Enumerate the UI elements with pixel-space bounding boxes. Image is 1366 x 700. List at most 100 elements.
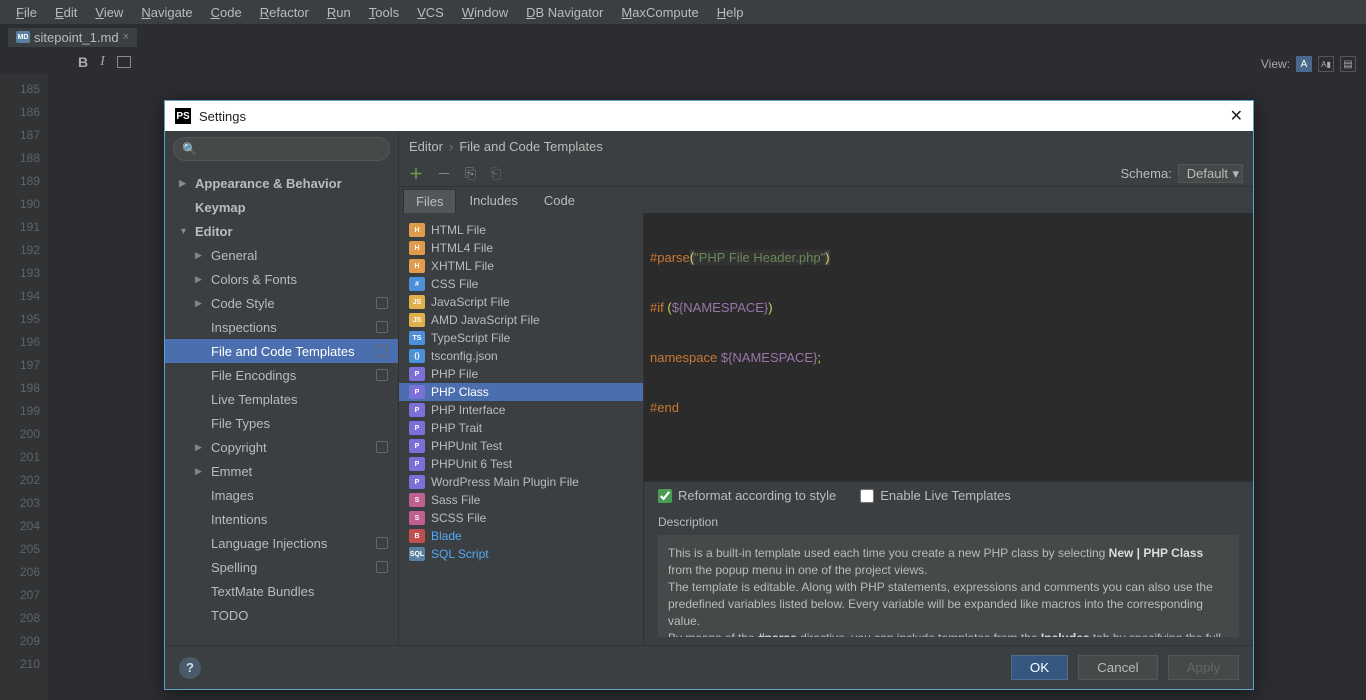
template-sass-file[interactable]: SSass File (399, 491, 643, 509)
table-icon[interactable] (117, 56, 131, 68)
template-css-file[interactable]: #CSS File (399, 275, 643, 293)
ok-button[interactable]: OK (1011, 655, 1068, 680)
tree-code-style[interactable]: ▶Code Style (165, 291, 398, 315)
breadcrumb-0: Editor (409, 139, 443, 154)
tree-keymap[interactable]: Keymap (165, 195, 398, 219)
template-phpunit-6-test[interactable]: PPHPUnit 6 Test (399, 455, 643, 473)
subtab-files[interactable]: Files (403, 189, 456, 213)
app-icon: PS (175, 108, 191, 124)
markdown-icon: MD (16, 31, 30, 43)
tree-language-injections[interactable]: Language Injections (165, 531, 398, 555)
menu-file[interactable]: File (8, 3, 45, 22)
copy-template-button[interactable]: ⎘ (465, 165, 476, 182)
tree-appearance-behavior[interactable]: ▶Appearance & Behavior (165, 171, 398, 195)
italic-button[interactable]: I (100, 54, 105, 70)
dialog-title-text: Settings (199, 109, 246, 124)
reformat-checkbox[interactable]: Reformat according to style (658, 488, 836, 503)
tree-file-and-code-templates[interactable]: File and Code Templates (165, 339, 398, 363)
editor-format-toolbar: B I (0, 50, 1366, 74)
cancel-button[interactable]: Cancel (1078, 655, 1158, 680)
template-toolbar: ＋ － ⎘ ⎗ Schema: Default (399, 161, 1253, 187)
settings-search-input[interactable] (201, 142, 381, 156)
menu-window[interactable]: Window (454, 3, 516, 22)
tree-textmate-bundles[interactable]: TextMate Bundles (165, 579, 398, 603)
tree-editor[interactable]: ▼Editor (165, 219, 398, 243)
tree-intentions[interactable]: Intentions (165, 507, 398, 531)
tree-images[interactable]: Images (165, 483, 398, 507)
tree-spelling[interactable]: Spelling (165, 555, 398, 579)
template-wordpress-main-plugin-file[interactable]: PWordPress Main Plugin File (399, 473, 643, 491)
editor-tab[interactable]: MD sitepoint_1.md × (8, 28, 137, 47)
tree-colors-fonts[interactable]: ▶Colors & Fonts (165, 267, 398, 291)
menu-vcs[interactable]: VCS (409, 3, 452, 22)
breadcrumb-1: File and Code Templates (459, 139, 603, 154)
subtab-includes[interactable]: Includes (456, 188, 530, 213)
template-html4-file[interactable]: HHTML4 File (399, 239, 643, 257)
apply-button[interactable]: Apply (1168, 655, 1239, 680)
remove-template-button[interactable]: － (437, 164, 451, 184)
schema-dropdown[interactable]: Default (1178, 164, 1243, 183)
subtab-code[interactable]: Code (531, 188, 588, 213)
tree-file-encodings[interactable]: File Encodings (165, 363, 398, 387)
menu-help[interactable]: Help (709, 3, 752, 22)
view-label: View: (1261, 57, 1290, 71)
tree-live-templates[interactable]: Live Templates (165, 387, 398, 411)
tree-inspections[interactable]: Inspections (165, 315, 398, 339)
close-icon[interactable]: × (123, 31, 129, 43)
menu-code[interactable]: Code (203, 3, 250, 22)
schema-selector: Schema: Default (1120, 164, 1243, 183)
search-icon: 🔍 (182, 142, 197, 156)
template-tsconfig-json[interactable]: {}tsconfig.json (399, 347, 643, 365)
template-php-class[interactable]: PPHP Class (399, 383, 643, 401)
settings-tree: ▶Appearance & BehaviorKeymap▼Editor▶Gene… (165, 167, 398, 645)
chevron-right-icon: › (449, 139, 453, 154)
add-template-button[interactable]: ＋ (409, 164, 423, 184)
template-php-trait[interactable]: PPHP Trait (399, 419, 643, 437)
template-amd-javascript-file[interactable]: JSAMD JavaScript File (399, 311, 643, 329)
help-button[interactable]: ? (179, 657, 201, 679)
view-mode-b[interactable]: A▮ (1318, 56, 1334, 72)
menu-db-navigator[interactable]: DB Navigator (518, 3, 611, 22)
template-scss-file[interactable]: SSCSS File (399, 509, 643, 527)
template-options: Reformat according to style Enable Live … (644, 481, 1253, 509)
tree-todo[interactable]: TODO (165, 603, 398, 627)
editor-tab-bar: MD sitepoint_1.md × (0, 24, 1366, 50)
tree-copyright[interactable]: ▶Copyright (165, 435, 398, 459)
dialog-titlebar: PS Settings ✕ (165, 101, 1253, 131)
view-mode-c[interactable]: ▤ (1340, 56, 1356, 72)
settings-content: Editor › File and Code Templates ＋ － ⎘ ⎗… (399, 131, 1253, 645)
settings-dialog: PS Settings ✕ 🔍 ▶Appearance & BehaviorKe… (164, 100, 1254, 690)
template-blade[interactable]: BBlade (399, 527, 643, 545)
template-html-file[interactable]: HHTML File (399, 221, 643, 239)
breadcrumb: Editor › File and Code Templates (399, 131, 1253, 161)
dialog-footer: ? OK Cancel Apply (165, 645, 1253, 689)
menu-navigate[interactable]: Navigate (133, 3, 200, 22)
schema-label: Schema: (1120, 166, 1171, 181)
view-mode-a[interactable]: A (1296, 56, 1312, 72)
menu-run[interactable]: Run (319, 3, 359, 22)
dialog-close-button[interactable]: ✕ (1230, 106, 1243, 126)
template-typescript-file[interactable]: TSTypeScript File (399, 329, 643, 347)
main-menubar: FileEditViewNavigateCodeRefactorRunTools… (0, 0, 1366, 24)
menu-edit[interactable]: Edit (47, 3, 85, 22)
paste-template-button[interactable]: ⎗ (490, 165, 501, 182)
tree-emmet[interactable]: ▶Emmet (165, 459, 398, 483)
template-javascript-file[interactable]: JSJavaScript File (399, 293, 643, 311)
tree-file-types[interactable]: File Types (165, 411, 398, 435)
bold-button[interactable]: B (78, 54, 88, 70)
template-sql-script[interactable]: SQLSQL Script (399, 545, 643, 563)
template-php-file[interactable]: PPHP File (399, 365, 643, 383)
template-php-interface[interactable]: PPHP Interface (399, 401, 643, 419)
menu-maxcompute[interactable]: MaxCompute (613, 3, 706, 22)
template-code-textarea[interactable]: #parse("PHP File Header.php") #if (${NAM… (644, 213, 1253, 481)
menu-view[interactable]: View (87, 3, 131, 22)
template-phpunit-test[interactable]: PPHPUnit Test (399, 437, 643, 455)
menu-tools[interactable]: Tools (361, 3, 407, 22)
template-xhtml-file[interactable]: HXHTML File (399, 257, 643, 275)
menu-refactor[interactable]: Refactor (252, 3, 317, 22)
settings-search[interactable]: 🔍 (173, 137, 390, 161)
description-header: Description (644, 509, 1253, 531)
live-templates-checkbox[interactable]: Enable Live Templates (860, 488, 1011, 503)
tree-general[interactable]: ▶General (165, 243, 398, 267)
settings-sidebar: 🔍 ▶Appearance & BehaviorKeymap▼Editor▶Ge… (165, 131, 399, 645)
